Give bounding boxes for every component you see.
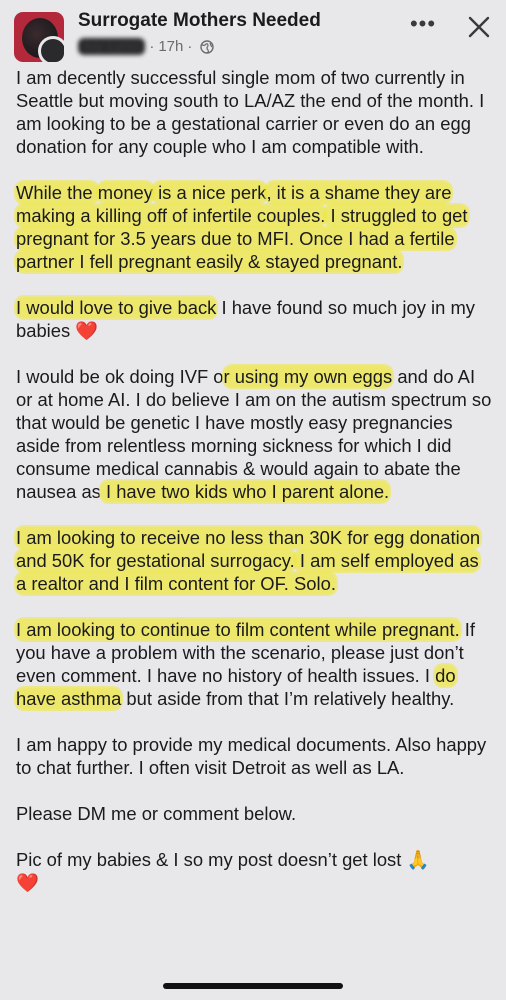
post-time[interactable]: 17h [158,38,183,55]
paragraph-text: Pic of my babies & I so my post doesn’t … [16,849,407,870]
group-name-link[interactable]: Surrogate Mothers Needed [78,10,321,32]
close-icon[interactable] [466,14,492,40]
author-name-link[interactable]: Ivy Lynn [78,38,146,55]
paragraph-text: but aside from that I’m relatively healt… [121,688,455,709]
heart-emoji-icon: ❤️ [75,320,99,341]
post-paragraph-9: Pic of my babies & I so my post doesn’t … [16,848,494,894]
highlight-text: I would love to give back [16,297,217,318]
highlight-text: I am looking to continue to film content… [16,619,460,640]
post-paragraph-7: I am happy to provide my medical documen… [16,734,487,778]
globe-icon [200,39,215,54]
post-header: Surrogate Mothers Needed Ivy Lynn · 17h … [0,0,506,66]
more-options-button[interactable]: ••• [408,13,438,36]
post-paragraph-2: While the money is a nice perk, it is a … [16,181,494,273]
meta-separator-2: · [187,38,193,55]
heart-emoji-icon: ❤️ [16,872,39,893]
highlight-money: money [97,182,153,203]
post-paragraph-3: I would love to give back I have found s… [16,296,494,342]
meta-separator: · [149,38,155,55]
highlight-text: While the [16,182,98,203]
group-avatar[interactable] [14,12,64,62]
post-paragraph-4: I would be ok doing IVF or using my own … [16,365,494,503]
author-avatar[interactable] [38,36,64,62]
praying-hands-emoji-icon: 🙏 [406,849,430,870]
paragraph-text: I would be ok doing IVF o [16,366,224,387]
highlight-text: I have two kids who I parent alone. [100,481,390,502]
highlight-text: is a nice perk [152,182,267,203]
post-body: I am decently successful single mom of t… [16,66,494,917]
post-meta: Ivy Lynn · 17h · [78,38,215,55]
post-paragraph-1: I am decently successful single mom of t… [16,67,485,157]
post-paragraph-5: I am looking to receive no less than 30K… [16,526,494,595]
post-paragraph-8: Please DM me or comment below. [16,803,297,824]
home-indicator[interactable] [163,983,343,989]
post-paragraph-6: I am looking to continue to film content… [16,618,494,710]
highlight-text: r using my own eggs [223,366,393,387]
